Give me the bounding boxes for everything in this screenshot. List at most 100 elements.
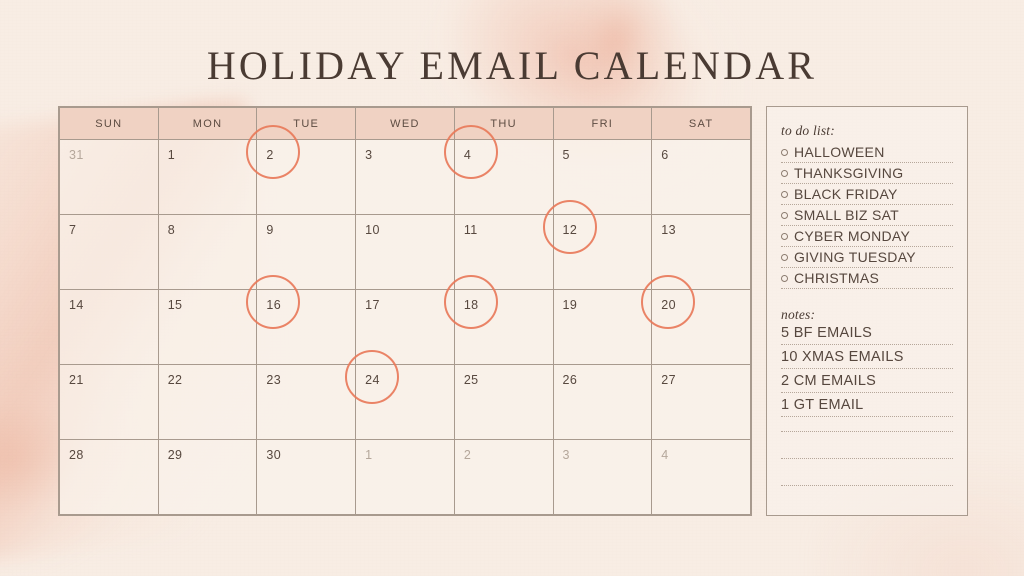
day-number: 19 — [562, 298, 578, 312]
weekday-header-fri: FRI — [552, 107, 653, 140]
calendar-day-cell[interactable]: 28 — [59, 439, 159, 515]
calendar-day-cell[interactable]: 18 — [443, 275, 554, 365]
day-number: 25 — [463, 373, 479, 387]
todo-list-item[interactable]: CYBER MONDAY — [781, 227, 953, 247]
checkbox-circle-icon[interactable] — [781, 211, 788, 219]
todo-list: HALLOWEEN THANKSGIVING BLACK FRIDAY SMALL B… — [781, 143, 953, 289]
todo-list-heading: to do list: — [781, 123, 835, 138]
day-number: 4 — [463, 148, 472, 162]
calendar-day-cell[interactable]: 16 — [246, 275, 357, 365]
todo-item-label: HALLOWEEN — [794, 144, 885, 160]
day-number: 1 — [365, 448, 373, 462]
calendar-day-cell[interactable]: 12 — [542, 200, 653, 290]
todo-item-label: THANKSGIVING — [794, 165, 904, 181]
weekday-header-sun: SUN — [59, 107, 159, 140]
calendar-body: 31 1 2 3 4 5 6 7 8 9 10 11 12 13 14 15 16 17 18 19 20 21 22 23 2… — [59, 125, 751, 515]
checkbox-circle-icon[interactable] — [781, 190, 788, 198]
calendar-day-cell[interactable]: 29 — [157, 439, 258, 515]
calendar-day-cell[interactable]: 4 — [651, 439, 751, 515]
calendar-grid: SUN MON TUE WED THU FRI SAT 31 1 2 3 4 5 6 7 8 9 10 11 12 1… — [58, 106, 752, 516]
todo-list-item[interactable]: GIVING TUESDAY — [781, 248, 953, 268]
day-number: 13 — [661, 223, 676, 237]
day-number: 23 — [266, 373, 282, 387]
note-blank-line[interactable] — [781, 447, 953, 459]
weekday-header-wed: WED — [355, 107, 455, 140]
day-number: 9 — [266, 223, 274, 237]
calendar-day-cell[interactable]: 30 — [256, 439, 357, 515]
day-number: 28 — [69, 448, 84, 462]
calendar-day-cell[interactable]: 19 — [552, 289, 653, 365]
day-number: 6 — [661, 148, 669, 162]
day-number: 7 — [69, 223, 77, 237]
calendar-day-cell[interactable]: 20 — [641, 275, 751, 365]
checkbox-circle-icon[interactable] — [781, 253, 788, 261]
calendar-day-cell[interactable]: 14 — [59, 289, 159, 365]
calendar-week-row: 14 15 16 17 18 19 20 — [59, 275, 751, 365]
day-number: 4 — [661, 448, 669, 462]
calendar-day-cell[interactable]: 1 — [157, 139, 258, 215]
day-number: 3 — [562, 448, 570, 462]
calendar-day-cell[interactable]: 6 — [651, 139, 751, 215]
calendar-day-cell[interactable]: 8 — [157, 214, 258, 290]
day-number: 27 — [661, 373, 676, 387]
calendar-day-cell[interactable]: 27 — [651, 364, 751, 440]
calendar-day-cell[interactable]: 24 — [345, 350, 455, 440]
day-number: 29 — [167, 448, 183, 462]
checkbox-circle-icon[interactable] — [781, 274, 788, 282]
calendar-day-cell[interactable]: 26 — [552, 364, 653, 440]
todo-list-item[interactable]: SMALL BIZ SAT — [781, 206, 953, 226]
calendar-day-cell[interactable]: 7 — [59, 214, 159, 290]
calendar-day-cell[interactable]: 23 — [256, 364, 357, 440]
calendar-day-cell[interactable]: 22 — [157, 364, 258, 440]
day-number: 15 — [167, 298, 183, 312]
todo-item-label: CYBER MONDAY — [794, 228, 911, 244]
note-list-item[interactable]: 1 GT EMAIL — [781, 396, 953, 417]
note-item-label: 2 CM EMAILS — [781, 373, 877, 389]
day-number: 2 — [463, 448, 472, 462]
checkbox-circle-icon[interactable] — [781, 169, 788, 177]
day-number: 18 — [463, 298, 479, 312]
day-number: 3 — [365, 148, 373, 162]
day-number: 17 — [365, 298, 380, 312]
calendar-day-cell[interactable]: 21 — [59, 364, 159, 440]
day-number: 10 — [365, 223, 380, 237]
calendar-day-cell[interactable]: 4 — [443, 125, 554, 215]
day-number: 1 — [167, 148, 176, 162]
calendar-day-cell[interactable]: 25 — [453, 364, 554, 440]
calendar-day-cell[interactable]: 2 — [453, 439, 554, 515]
day-number: 14 — [69, 298, 84, 312]
checkbox-circle-icon[interactable] — [781, 148, 788, 156]
calendar-day-cell[interactable]: 2 — [246, 125, 357, 215]
note-list-item[interactable]: 10 XMAS EMAILS — [781, 348, 953, 369]
calendar-day-cell[interactable]: 15 — [157, 289, 258, 365]
todo-list-item[interactable]: THANKSGIVING — [781, 164, 953, 184]
day-number: 20 — [661, 298, 676, 312]
calendar-day-cell[interactable]: 10 — [355, 214, 455, 290]
todo-list-item[interactable]: HALLOWEEN — [781, 143, 953, 163]
day-number: 8 — [167, 223, 176, 237]
calendar-day-cell[interactable]: 31 — [59, 139, 159, 215]
checkbox-circle-icon[interactable] — [781, 232, 788, 240]
note-list-item[interactable]: 2 CM EMAILS — [781, 372, 953, 393]
weekday-header-mon: MON — [157, 107, 258, 140]
todo-list-item[interactable]: BLACK FRIDAY — [781, 185, 953, 205]
note-item-label: 5 BF EMAILS — [781, 325, 873, 341]
calendar-day-cell[interactable]: 3 — [552, 439, 653, 515]
calendar-week-row: 28 29 30 1 2 3 4 — [59, 439, 751, 515]
note-list-item[interactable]: 5 BF EMAILS — [781, 324, 953, 345]
day-number: 16 — [266, 298, 282, 312]
todo-list-item[interactable]: CHRISTMAS — [781, 269, 953, 289]
day-number: 24 — [365, 373, 380, 387]
day-number: 12 — [562, 223, 578, 237]
day-number: 30 — [266, 448, 282, 462]
day-number: 21 — [69, 373, 84, 387]
note-blank-line[interactable] — [781, 420, 953, 432]
notes-list: 5 BF EMAILS 10 XMAS EMAILS 2 CM EMAILS 1 G… — [781, 324, 953, 486]
day-number: 22 — [167, 373, 183, 387]
sidebar-panel: to do list: HALLOWEEN THANKSGIVING BLACK F… — [766, 106, 968, 516]
calendar-day-cell[interactable]: 3 — [355, 139, 455, 215]
calendar-day-cell[interactable]: 1 — [355, 439, 455, 515]
todo-item-label: SMALL BIZ SAT — [794, 207, 900, 223]
calendar-table: SUN MON TUE WED THU FRI SAT 31 1 2 3 4 5 6 7 8 9 10 11 12 1… — [59, 107, 751, 515]
note-blank-line[interactable] — [781, 474, 953, 486]
